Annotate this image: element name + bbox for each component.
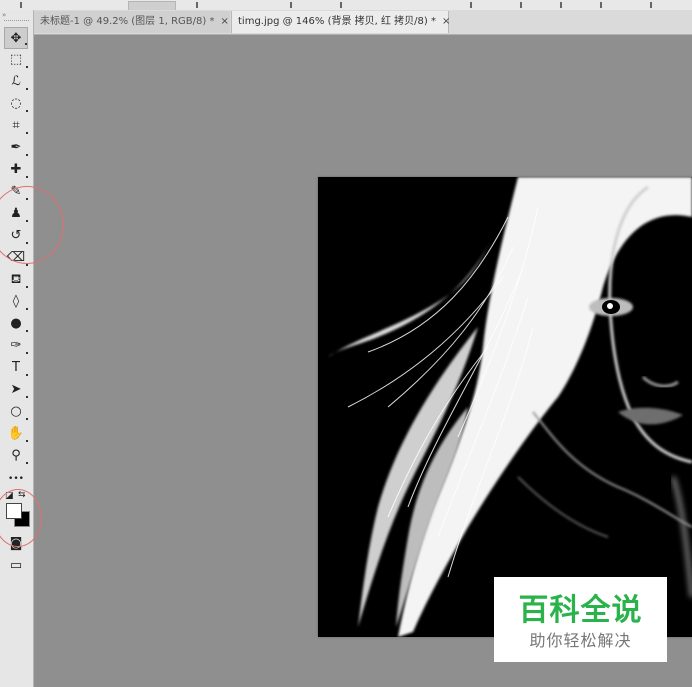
options-mark xyxy=(470,2,472,8)
options-mark xyxy=(600,2,602,8)
blur-tool[interactable]: ◊ xyxy=(4,291,28,313)
tab-timg[interactable]: timg.jpg @ 146% (背景 拷贝, 红 拷贝/8) * × xyxy=(231,11,450,33)
flyout-indicator xyxy=(26,154,28,156)
crop-icon: ⌗ xyxy=(12,118,20,133)
healing-brush-icon: ✚ xyxy=(10,162,22,177)
flyout-indicator xyxy=(26,330,28,332)
flyout-indicator xyxy=(26,352,28,354)
tools-panel: » ✥ ⬚ ℒ ◌ ⌗ ✒ ✚ ✎ ♟ ↺ ⌫ ⛾ ◊ ● ✑ T ➤ ○ ✋ ⚲ ••• ◪ ⇆ ◙ ▭ xyxy=(0,10,34,687)
eraser-icon: ⌫ xyxy=(6,250,26,265)
flyout-indicator xyxy=(26,462,28,464)
type-icon: T xyxy=(12,360,20,375)
flyout-indicator xyxy=(26,198,28,200)
history-brush-tool[interactable]: ↺ xyxy=(4,225,28,247)
swap-colors-icon[interactable]: ⇆ xyxy=(18,490,26,500)
pen-tool[interactable]: ✑ xyxy=(4,335,28,357)
watermark-box: 百科全说 助你轻松解决 xyxy=(494,577,667,662)
bottom-tools: ◙ ▭ xyxy=(0,533,33,577)
watermark-subtitle: 助你轻松解决 xyxy=(529,631,632,650)
watermark-title: 百科全说 xyxy=(518,593,643,628)
move-tool[interactable]: ✥ xyxy=(4,27,28,49)
lasso-tool[interactable]: ℒ xyxy=(4,71,28,93)
hand-tool[interactable]: ✋ xyxy=(4,423,28,445)
quick-selection-tool[interactable]: ◌ xyxy=(4,93,28,115)
foreground-color-swatch[interactable] xyxy=(6,503,22,519)
options-mark xyxy=(196,2,198,8)
zoom-icon: ⚲ xyxy=(11,448,21,463)
quick-mask-button[interactable]: ◙ xyxy=(4,533,28,555)
flyout-indicator xyxy=(26,308,28,310)
screen-mode-icon: ▭ xyxy=(9,558,23,573)
flyout-indicator xyxy=(26,132,28,134)
collapse-icon[interactable]: » xyxy=(0,10,33,20)
flyout-indicator xyxy=(26,374,28,376)
flyout-indicator xyxy=(26,264,28,266)
flyout-indicator xyxy=(26,440,28,442)
zoom-tool[interactable]: ⚲ xyxy=(4,445,28,467)
clone-stamp-tool[interactable]: ♟ xyxy=(4,203,28,225)
tab-label: 未标题-1 @ 49.2% (图层 1, RGB/8) * xyxy=(40,16,215,27)
flyout-indicator xyxy=(26,66,28,68)
path-selection-icon: ➤ xyxy=(10,382,22,397)
options-mark xyxy=(560,2,562,8)
history-brush-icon: ↺ xyxy=(10,228,22,243)
tool-list: ✥ ⬚ ℒ ◌ ⌗ ✒ ✚ ✎ ♟ ↺ ⌫ ⛾ ◊ ● ✑ T ➤ ○ ✋ ⚲ ••• xyxy=(0,27,33,489)
pen-icon: ✑ xyxy=(10,338,22,353)
tab-label: timg.jpg @ 146% (背景 拷贝, 红 拷贝/8) * xyxy=(238,16,436,27)
flyout-indicator xyxy=(26,418,28,420)
options-mark xyxy=(520,2,522,8)
options-mark xyxy=(650,2,652,8)
eyedropper-icon: ✒ xyxy=(10,140,22,155)
ellipse-icon: ○ xyxy=(10,404,22,419)
flyout-indicator xyxy=(26,110,28,112)
inverted-portrait-image xyxy=(318,177,692,637)
flyout-indicator xyxy=(26,286,28,288)
marquee-icon: ⬚ xyxy=(9,52,23,67)
screen-mode-button[interactable]: ▭ xyxy=(4,555,28,577)
brush-icon: ✎ xyxy=(10,184,22,199)
flyout-indicator xyxy=(26,242,28,244)
options-mark xyxy=(340,2,342,8)
quick-selection-icon: ◌ xyxy=(10,96,22,111)
options-mark xyxy=(290,2,292,8)
tab-untitled-1[interactable]: 未标题-1 @ 49.2% (图层 1, RGB/8) * × xyxy=(34,11,230,33)
dodge-icon: ● xyxy=(10,316,22,331)
flyout-indicator xyxy=(26,176,28,178)
close-icon[interactable]: × xyxy=(220,16,228,27)
blur-icon: ◊ xyxy=(12,294,20,309)
marquee-tool[interactable]: ⬚ xyxy=(4,49,28,71)
flyout-indicator xyxy=(25,43,27,45)
move-icon: ✥ xyxy=(10,31,22,46)
brush-tool[interactable]: ✎ xyxy=(4,181,28,203)
eyedropper-tool[interactable]: ✒ xyxy=(4,137,28,159)
flyout-indicator xyxy=(26,88,28,90)
hand-icon: ✋ xyxy=(7,426,25,441)
quick-mask-icon: ◙ xyxy=(9,536,23,551)
dodge-tool[interactable]: ● xyxy=(4,313,28,335)
crop-tool[interactable]: ⌗ xyxy=(4,115,28,137)
paint-bucket-icon: ⛾ xyxy=(10,272,22,287)
type-tool[interactable]: T xyxy=(4,357,28,379)
canvas-image[interactable] xyxy=(318,177,692,637)
healing-brush-tool[interactable]: ✚ xyxy=(4,159,28,181)
path-selection-tool[interactable]: ➤ xyxy=(4,379,28,401)
panel-grip[interactable] xyxy=(4,20,29,27)
close-icon[interactable]: × xyxy=(442,16,450,27)
flyout-indicator xyxy=(26,396,28,398)
document-tab-bar: 未标题-1 @ 49.2% (图层 1, RGB/8) * × timg.jpg … xyxy=(34,10,692,35)
lasso-icon: ℒ xyxy=(11,74,21,89)
paint-bucket-tool[interactable]: ⛾ xyxy=(4,269,28,291)
color-swatches: ◪ ⇆ xyxy=(2,489,33,533)
edit-toolbar[interactable]: ••• xyxy=(4,467,28,489)
default-colors-icon[interactable]: ◪ xyxy=(5,491,14,501)
editbar-icon: ••• xyxy=(8,474,24,484)
clone-stamp-icon: ♟ xyxy=(10,206,22,221)
options-mark xyxy=(20,2,22,8)
ellipse-tool[interactable]: ○ xyxy=(4,401,28,423)
flyout-indicator xyxy=(26,220,28,222)
eraser-tool[interactable]: ⌫ xyxy=(4,247,28,269)
